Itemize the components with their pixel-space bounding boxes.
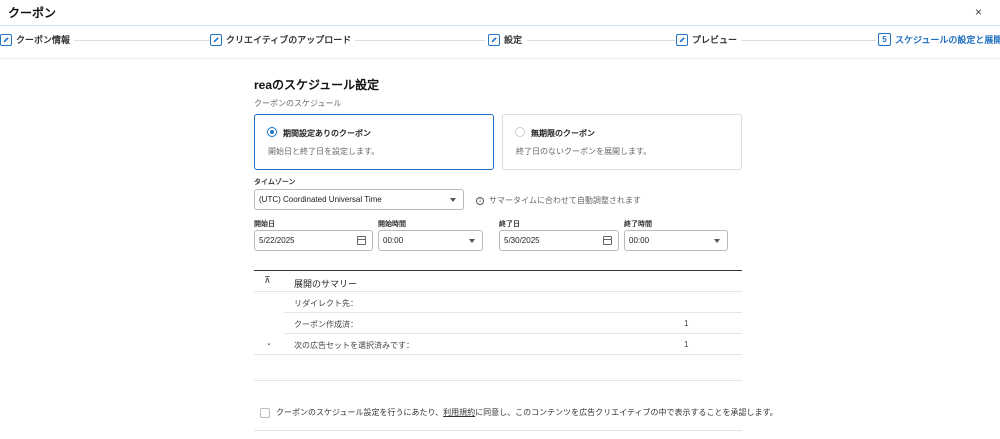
page-title: reaのスケジュール設定 [254,78,380,92]
stepper-connector [70,40,210,41]
chevron-down-icon [450,198,456,202]
start-time-value: 00:00 [383,236,404,245]
pencil-icon [0,33,12,46]
step-label: クーポン情報 [16,35,71,45]
step-label: スケジュールの設定と展開 [895,35,1000,45]
timezone-value: (UTC) Coordinated Universal Time [259,195,382,204]
pencil-icon [676,33,688,46]
step-label: クリエイティブのアップロード [226,35,352,45]
info-icon: i [476,196,484,205]
consent-text-after: に同意し、このコンテンツを広告クリエイティブの中で表示することを承認します。 [475,408,778,417]
radio-button[interactable] [515,127,525,137]
option-description: 開始日と終了日を設定します。 [268,147,380,156]
step-settings[interactable]: 設定 [488,33,527,46]
step-coupon-info[interactable]: クーポン情報 [0,33,75,46]
dialog-header: クーポン × [0,0,1000,26]
step-label: 設定 [504,35,523,45]
summary-row-label: 次の広告セットを選択済みです： [294,341,414,350]
step-number: 5 [878,33,891,46]
summary-row-value: 1 [684,319,689,328]
step-preview[interactable]: プレビュー [676,33,742,46]
consent-text-before: クーポンのスケジュール設定を行うにあたり、 [276,408,444,417]
pencil-icon [210,33,222,46]
timezone-note: i サマータイムに合わせて自動調整されます [476,195,641,206]
timezone-label: タイムゾーン [254,179,296,186]
end-time-select[interactable]: 00:00 [624,230,728,251]
summary-row-expandable[interactable]: ⌄ 次の広告セットを選択済みです： 1 [254,334,742,355]
chevron-down-icon [469,239,475,243]
collapse-icon[interactable]: ⊼ [264,275,271,286]
summary-row: クーポン作成済： 1 [284,313,742,334]
start-date-input[interactable]: 5/22/2025 [254,230,373,251]
chevron-down-icon [714,239,720,243]
summary-row: リダイレクト先： [284,292,742,313]
summary-row-label: リダイレクト先： [294,299,358,308]
summary-row-value: 1 [684,340,689,349]
consent-row: クーポンのスケジュール設定を行うにあたり、 利用規約 に同意し、このコンテンツを広告… [254,407,778,418]
end-date-label: 終了日 [499,221,520,228]
calendar-icon[interactable] [603,236,612,245]
option-title: 期間設定ありのクーポン [283,129,371,138]
deployment-summary: ⊼ 展開のサマリー リダイレクト先： クーポン作成済： 1 ⌄ 次の広告セットを… [254,270,742,381]
stepper-connector [740,40,876,41]
section-subtitle: クーポンのスケジュール [254,99,342,108]
stepper-connector [345,40,485,41]
divider [254,430,742,431]
end-date-value: 5/30/2025 [504,236,540,245]
step-schedule-deploy[interactable]: 5 スケジュールの設定と展開 [878,33,1000,46]
radio-button[interactable] [267,127,277,137]
end-time-value: 00:00 [629,236,650,245]
summary-header[interactable]: ⊼ 展開のサマリー [254,271,742,292]
start-time-label: 開始時間 [378,221,406,228]
consent-checkbox[interactable] [260,407,270,418]
step-creative-upload[interactable]: クリエイティブのアップロード [210,33,356,46]
timezone-note-text: サマータイムに合わせて自動調整されます [489,196,641,205]
terms-link[interactable]: 利用規約 [443,407,475,418]
chevron-down-icon[interactable]: ⌄ [266,339,272,347]
start-time-select[interactable]: 00:00 [378,230,483,251]
progress-stepper: クーポン情報 クリエイティブのアップロード 設定 プレビュー 5 スケジュールの… [0,30,1000,52]
option-title: 無期限のクーポン [531,129,595,138]
end-date-input[interactable]: 5/30/2025 [499,230,619,251]
stepper-connector [527,40,675,41]
option-description: 終了日のないクーポンを展開します。 [516,147,652,156]
pencil-icon [488,33,500,46]
summary-spacer [254,355,742,381]
summary-title: 展開のサマリー [294,279,358,289]
calendar-icon[interactable] [357,236,366,245]
end-time-label: 終了時間 [624,221,652,228]
option-card-unlimited[interactable]: 無期限のクーポン 終了日のないクーポンを展開します。 [502,114,742,170]
start-date-label: 開始日 [254,221,275,228]
summary-row-label: クーポン作成済： [294,320,358,329]
timezone-select[interactable]: (UTC) Coordinated Universal Time [254,189,464,210]
divider [0,58,1000,59]
step-label: プレビュー [692,35,738,45]
dialog-title: クーポン [8,6,57,20]
start-date-value: 5/22/2025 [259,236,295,245]
close-icon[interactable]: × [975,5,982,19]
option-card-scheduled[interactable]: 期間設定ありのクーポン 開始日と終了日を設定します。 [254,114,494,170]
